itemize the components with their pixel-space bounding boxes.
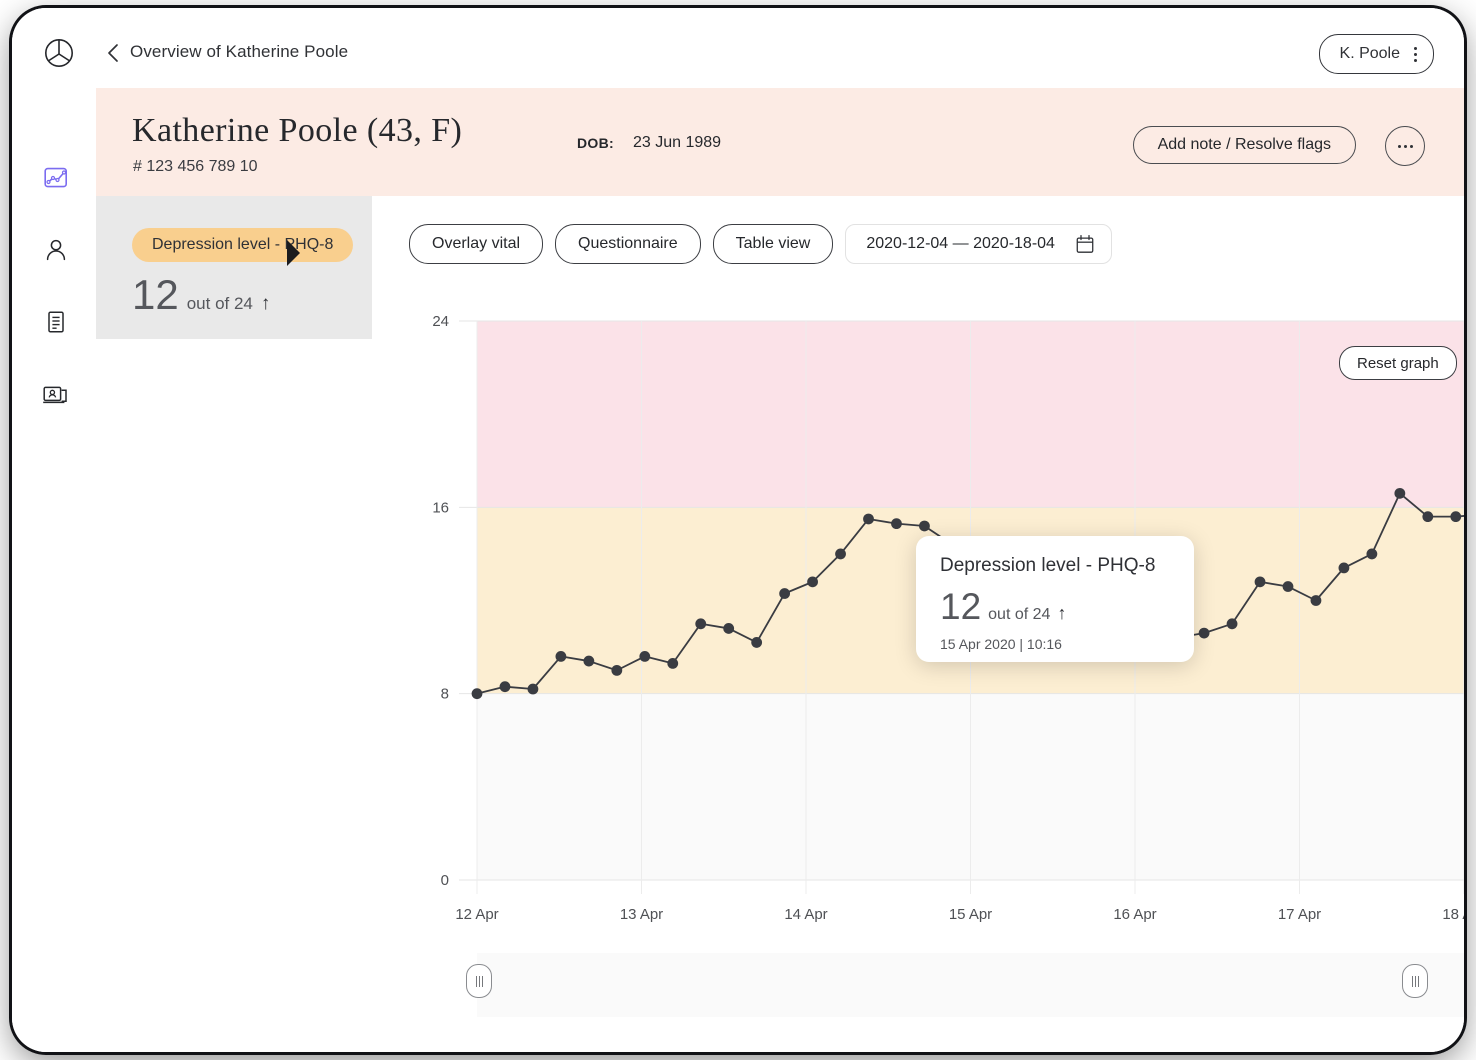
dob-label: DOB: xyxy=(577,135,614,151)
y-tick-label: 8 xyxy=(441,686,449,703)
x-tick-label: 17 Apr xyxy=(1278,906,1321,923)
patient-name: Katherine Poole (43, F) xyxy=(132,112,463,149)
x-tick-label: 12 Apr xyxy=(455,906,498,923)
metric-chip-label[interactable]: Depression level - PHQ-8 xyxy=(132,228,354,262)
clinic-logo-icon xyxy=(44,38,74,68)
series-point[interactable] xyxy=(1338,562,1350,574)
kebab-menu-icon[interactable] xyxy=(1414,46,1417,62)
x-tick-label: 13 Apr xyxy=(620,906,663,923)
chart-column: Overlay vital Questionnaire Table view 2… xyxy=(372,196,1464,1052)
document-icon xyxy=(48,311,64,333)
sidebar-item-trends[interactable] xyxy=(40,162,72,194)
sidebar-item-profile[interactable] xyxy=(40,234,72,266)
metric-sub-label: out of 24 xyxy=(186,294,253,313)
series-point[interactable] xyxy=(1366,548,1378,560)
trend-up-icon: ↑ xyxy=(260,293,271,314)
series-point[interactable] xyxy=(863,513,874,525)
metric-value: 12 xyxy=(132,271,179,318)
series-point[interactable] xyxy=(1394,487,1406,499)
sidebar-item-records[interactable] xyxy=(40,378,72,410)
reset-graph-button[interactable]: Reset graph xyxy=(1339,346,1457,380)
tooltip-title: Depression level - PHQ-8 xyxy=(940,555,1156,576)
y-tick-label: 0 xyxy=(441,872,449,889)
series-point[interactable] xyxy=(891,518,902,530)
series-point[interactable] xyxy=(1282,581,1294,592)
series-point[interactable] xyxy=(1450,511,1462,523)
user-chip-label: K. Poole xyxy=(1339,45,1400,62)
brush-handle-left[interactable] xyxy=(466,964,492,998)
series-point[interactable] xyxy=(611,664,623,676)
series-point[interactable] xyxy=(751,637,763,648)
series-point[interactable] xyxy=(667,657,679,669)
y-tick-label: 16 xyxy=(432,499,449,516)
x-tick-label: 16 Apr xyxy=(1113,906,1156,923)
y-tick-label: 24 xyxy=(432,313,449,330)
series-point[interactable] xyxy=(807,576,818,588)
x-tick-label: 15 Apr xyxy=(949,906,992,923)
series-point[interactable] xyxy=(695,618,707,630)
series-point[interactable] xyxy=(1198,627,1210,639)
left-nav-rail xyxy=(12,88,97,1052)
metric-value-row: 12 out of 24 ↑ xyxy=(132,274,270,316)
tooltip-value: 12 xyxy=(940,586,982,627)
panel-selection-pointer xyxy=(287,240,300,266)
series-point[interactable] xyxy=(555,651,567,662)
top-bar: Overview of Katherine Poole K. Poole xyxy=(12,8,1464,89)
series-point[interactable] xyxy=(639,651,651,662)
tooltip-trend-up-icon: ↑ xyxy=(1057,603,1067,623)
tooltip-sub-label: out of 24 xyxy=(988,606,1051,623)
series-point[interactable] xyxy=(919,520,930,532)
x-tick-label: 18 Apr xyxy=(1442,906,1464,923)
brush-handle-right[interactable] xyxy=(1402,964,1428,998)
series-point[interactable] xyxy=(471,688,483,700)
data-point-tooltip: Depression level - PHQ-8 12 out of 24 ↑ … xyxy=(916,536,1194,662)
chevron-left-icon xyxy=(108,44,118,62)
breadcrumb: Overview of Katherine Poole xyxy=(130,42,349,61)
series-point[interactable] xyxy=(527,683,539,695)
add-note-button[interactable]: Add note / Resolve flags xyxy=(1132,126,1356,164)
series-point[interactable] xyxy=(723,623,735,634)
back-button[interactable] xyxy=(104,42,124,64)
series-point[interactable] xyxy=(779,588,791,599)
series-point[interactable] xyxy=(583,655,595,667)
patient-more-button[interactable] xyxy=(1385,126,1425,166)
series-point[interactable] xyxy=(1310,595,1322,606)
id-card-icon xyxy=(43,386,67,404)
x-tick-label: 14 Apr xyxy=(784,906,827,923)
series-point[interactable] xyxy=(1226,618,1238,630)
series-point[interactable] xyxy=(499,681,511,693)
sidebar-item-notes[interactable] xyxy=(40,306,72,338)
person-icon xyxy=(46,239,66,261)
patient-banner: Katherine Poole (43, F) # 123 456 789 10… xyxy=(96,88,1464,196)
metric-card-phq8[interactable]: Depression level - PHQ-8 12 out of 24 ↑ xyxy=(96,196,372,339)
line-chart-icon xyxy=(44,167,68,188)
user-chip[interactable]: K. Poole xyxy=(1318,34,1434,74)
series-point[interactable] xyxy=(835,548,846,560)
metric-side-panel: Depression level - PHQ-8 12 out of 24 ↑ xyxy=(96,196,373,1052)
patient-id: # 123 456 789 10 xyxy=(133,158,258,175)
series-point[interactable] xyxy=(1422,511,1434,523)
dob-value: 23 Jun 1989 xyxy=(633,134,722,151)
tooltip-value-row: 12 out of 24 ↑ xyxy=(940,588,1066,625)
tablet-device-frame: Overview of Katherine Poole K. Poole Kat… xyxy=(12,8,1464,1052)
series-point[interactable] xyxy=(1254,576,1266,588)
chart-range-brush[interactable] xyxy=(477,953,1464,1017)
tooltip-timestamp: 15 Apr 2020 | 10:16 xyxy=(940,636,1062,652)
